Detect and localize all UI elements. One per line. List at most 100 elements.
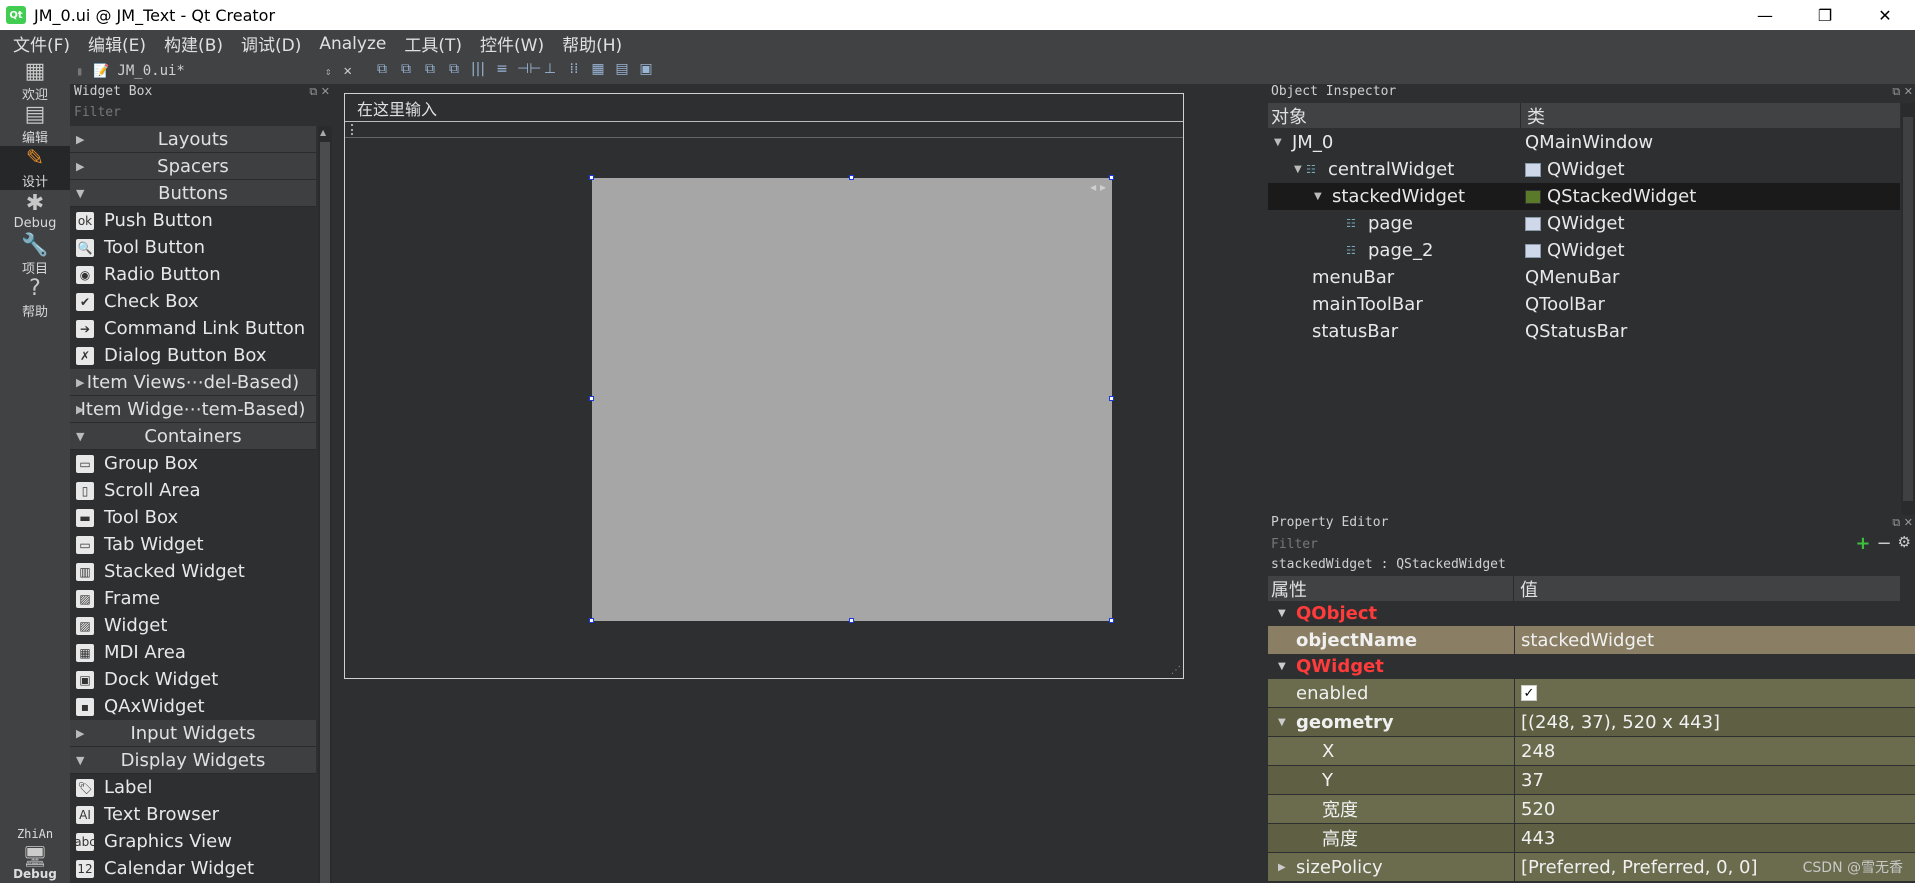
collapse-arrow-icon[interactable]: ▼ (76, 754, 84, 767)
break-layout-icon[interactable]: ▤ (613, 61, 631, 77)
menu-item[interactable]: 控件(W) (480, 31, 544, 56)
splitter-horizontal-icon[interactable]: ⊣⊢ (517, 61, 541, 77)
property-row[interactable]: 高度 443 (1268, 824, 1915, 853)
property-row[interactable]: 宽度 520 (1268, 795, 1915, 824)
close-document-icon[interactable]: ✕ (343, 63, 351, 79)
selection-handle[interactable] (849, 175, 854, 180)
mode-edit-doc[interactable]: ▤ 编辑 (0, 103, 70, 147)
widget-item[interactable]: ▣ Dock Widget (70, 666, 316, 693)
widget-item[interactable]: ✗ Dialog Button Box (70, 342, 316, 369)
scrollbar-thumb[interactable] (320, 142, 330, 883)
collapse-arrow-icon[interactable]: ▼ (76, 430, 84, 443)
widget-item[interactable]: ▬ Tool Box (70, 504, 316, 531)
collapse-arrow-icon[interactable]: ▼ (76, 187, 84, 200)
column-class[interactable]: 类 (1521, 103, 1545, 129)
tree-arrow-icon[interactable]: ▼ (1274, 137, 1286, 148)
property-row[interactable]: objectName stackedWidget (1268, 626, 1915, 655)
column-value[interactable]: 值 (1514, 576, 1538, 602)
property-value[interactable]: 443 (1521, 828, 1555, 849)
widget-item[interactable]: ◉ Radio Button (70, 261, 316, 288)
close-button[interactable]: ✕ (1855, 0, 1915, 30)
property-filter[interactable]: Filter (1271, 537, 1318, 552)
remove-property-icon[interactable]: − (1876, 533, 1891, 554)
widget-item[interactable]: ▨ Widget (70, 612, 316, 639)
property-value[interactable]: 248 (1521, 741, 1555, 762)
menu-item[interactable]: Analyze (319, 34, 386, 54)
widget-item[interactable]: 12 Calendar Widget (70, 855, 316, 882)
object-tree-row[interactable]: mainToolBar QToolBar (1268, 291, 1900, 318)
widget-item[interactable]: 🔍 Tool Button (70, 234, 316, 261)
add-property-icon[interactable]: + (1855, 533, 1870, 554)
selection-handle[interactable] (1109, 396, 1114, 401)
object-tree-row[interactable]: menuBar QMenuBar (1268, 264, 1900, 291)
widget-item[interactable]: ✔ Check Box (70, 288, 316, 315)
menu-item[interactable]: 工具(T) (404, 31, 462, 56)
property-value-cell[interactable]: [(248, 37), 520 x 443] (1515, 708, 1915, 736)
object-tree-row[interactable]: ☷ page QWidget (1268, 210, 1900, 237)
edit-widgets-icon[interactable]: ⧉ (373, 61, 391, 77)
widget-box-scrollbar[interactable]: ▲ (318, 126, 332, 883)
object-tree-row[interactable]: ☷ page_2 QWidget (1268, 237, 1900, 264)
edit-buddies-icon[interactable]: ⧉ (421, 61, 439, 77)
configure-icon[interactable]: ⚙ (1898, 533, 1911, 554)
collapse-arrow-icon[interactable]: ▼ (1278, 608, 1286, 619)
widget-item[interactable]: ok Push Button (70, 207, 316, 234)
property-value-cell[interactable]: 520 (1515, 795, 1915, 823)
stacked-page-arrows-icon[interactable]: ◂ ▸ (1090, 180, 1106, 194)
menu-item[interactable]: 帮助(H) (562, 31, 622, 56)
expand-arrow-icon[interactable]: ▶ (76, 160, 84, 173)
object-inspector-scrollbar[interactable] (1901, 103, 1915, 515)
selection-handle[interactable] (1109, 618, 1114, 623)
form-menu-bar[interactable]: 在这里输入 (345, 94, 1183, 122)
layout-vertical-icon[interactable]: ≡ (493, 61, 511, 77)
mode-pencil[interactable]: ✎ 设计 (0, 146, 70, 190)
scrollbar-thumb[interactable] (1903, 117, 1913, 501)
column-property[interactable]: 属性 (1268, 575, 1514, 602)
menu-item[interactable]: 文件(F) (13, 31, 70, 56)
property-group[interactable]: ▼ QObject (1268, 602, 1915, 626)
layout-horizontal-icon[interactable]: ||| (469, 61, 487, 77)
mode-help[interactable]: ? 帮助 (0, 277, 70, 321)
widget-item[interactable]: ▭ Tab Widget (70, 531, 316, 558)
property-row[interactable]: X 248 (1268, 737, 1915, 766)
object-tree-row[interactable]: ▼ ☷ centralWidget QWidget (1268, 156, 1900, 183)
expand-arrow-icon[interactable]: ▶ (76, 403, 84, 416)
widget-category[interactable]: ▶ Item Widge⋯tem-Based) (70, 396, 316, 423)
property-value[interactable]: 520 (1521, 799, 1555, 820)
mode-bug[interactable]: ✱ Debug (0, 190, 70, 234)
property-value[interactable]: 37 (1521, 770, 1544, 791)
kit-selector[interactable]: 🖥 Debug (0, 845, 70, 881)
widget-category[interactable]: ▼ Buttons (70, 180, 316, 207)
property-value-cell[interactable]: 37 (1515, 766, 1915, 794)
expand-arrow-icon[interactable]: ▶ (1278, 862, 1286, 873)
selection-handle[interactable] (1109, 175, 1114, 180)
mode-grid[interactable]: ▦ 欢迎 (0, 59, 70, 103)
toolbar-grip-icon[interactable] (351, 124, 355, 135)
object-tree-row[interactable]: ▼ JM_0 QMainWindow (1268, 129, 1900, 156)
expand-arrow-icon[interactable]: ▶ (76, 727, 84, 740)
widget-item[interactable]: AI Text Browser (70, 801, 316, 828)
widget-item[interactable]: ▪ QAxWidget (70, 693, 316, 720)
widget-item[interactable]: ▦ MDI Area (70, 639, 316, 666)
property-row[interactable]: ▼ geometry [(248, 37), 520 x 443] (1268, 708, 1915, 737)
column-object[interactable]: 对象 (1268, 102, 1521, 129)
menu-type-here-placeholder[interactable]: 在这里输入 (357, 96, 437, 120)
selection-handle[interactable] (589, 618, 594, 623)
tree-arrow-icon[interactable]: ▼ (1294, 164, 1306, 175)
widget-item[interactable]: ▭ Group Box (70, 450, 316, 477)
widget-category[interactable]: ▶ Spacers (70, 153, 316, 180)
selection-handle[interactable] (589, 396, 594, 401)
property-value-cell[interactable]: 443 (1515, 824, 1915, 852)
property-value[interactable]: [(248, 37), 520 x 443] (1521, 712, 1720, 733)
form-toolbar[interactable] (345, 122, 1183, 138)
layout-form-icon[interactable]: ⁞⁞ (565, 61, 583, 77)
widget-item[interactable]: 🏷 Label (70, 774, 316, 801)
expand-arrow-icon[interactable]: ▶ (76, 376, 84, 389)
scroll-up-icon[interactable]: ▲ (320, 128, 326, 137)
widget-item[interactable]: ▥ Stacked Widget (70, 558, 316, 585)
menu-item[interactable]: 构建(B) (164, 31, 223, 56)
object-tree-row[interactable]: statusBar QStatusBar (1268, 318, 1900, 345)
stacked-widget[interactable]: ◂ ▸ (592, 178, 1112, 621)
widget-item[interactable]: ▯ Scroll Area (70, 477, 316, 504)
edit-signals-icon[interactable]: ⧉ (397, 61, 415, 77)
